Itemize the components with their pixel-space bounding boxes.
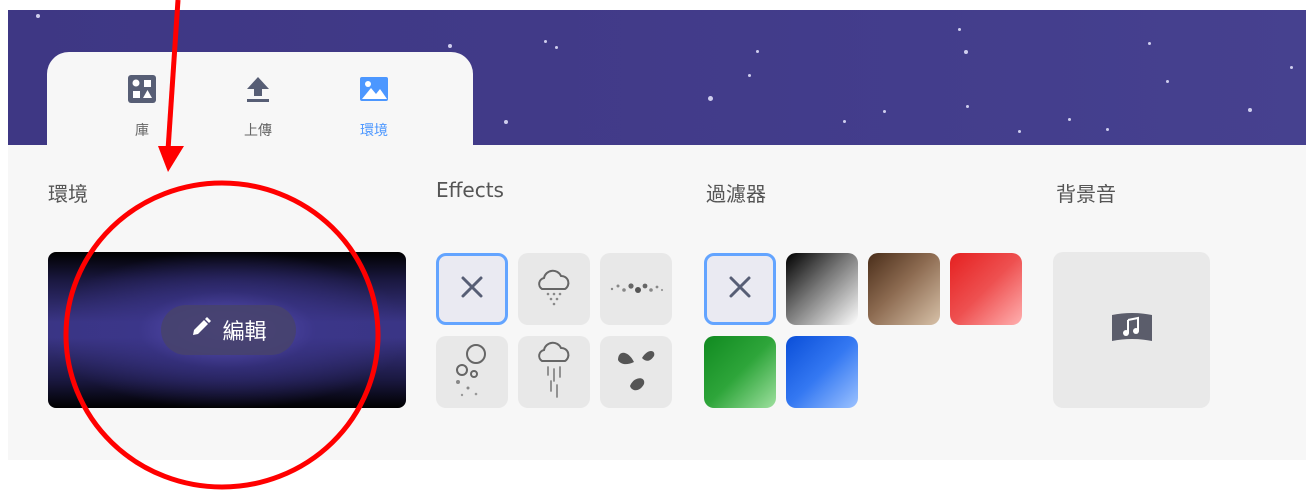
- effect-none-tile[interactable]: [436, 253, 508, 325]
- tab-upload[interactable]: 上傳: [200, 52, 316, 145]
- cloud-rain-icon: [530, 335, 578, 409]
- none-icon: [725, 272, 755, 306]
- sepia-swatch[interactable]: [868, 253, 940, 325]
- effect-dots-tile[interactable]: [600, 253, 672, 325]
- none-icon: [457, 272, 487, 306]
- filter-none-tile[interactable]: [704, 253, 776, 325]
- background-music-button[interactable]: [1053, 252, 1210, 408]
- edit-button-label: 編輯: [222, 320, 267, 345]
- library-icon: [127, 74, 157, 108]
- effect-snow-tile[interactable]: [518, 253, 590, 325]
- blue-swatch[interactable]: [786, 336, 858, 408]
- effect-rain-tile[interactable]: [518, 336, 590, 408]
- dots-icon: [606, 272, 666, 306]
- effect-leaves-tile[interactable]: [600, 336, 672, 408]
- music-section-title: 背景音: [1056, 182, 1116, 206]
- upload-icon: [243, 74, 273, 108]
- environment-section-title: 環境: [48, 182, 88, 206]
- pencil-icon: [190, 316, 212, 344]
- bubbles-icon: [448, 340, 496, 404]
- effects-section-title: Effects: [436, 178, 504, 202]
- music-icon: [1110, 311, 1154, 349]
- green-swatch[interactable]: [704, 336, 776, 408]
- environment-icon: [359, 74, 389, 108]
- filters-section-title: 過濾器: [706, 182, 766, 206]
- tab-library-label: 庫: [135, 123, 149, 139]
- tab-upload-label: 上傳: [244, 123, 272, 139]
- tab-environment-label: 環境: [360, 123, 388, 139]
- grayscale-swatch[interactable]: [786, 253, 858, 325]
- tab-environment[interactable]: 環境: [316, 52, 432, 145]
- effect-bubbles-tile[interactable]: [436, 336, 508, 408]
- tab-library[interactable]: 庫: [84, 52, 200, 145]
- leaves-icon: [612, 340, 660, 404]
- tab-bar: 庫 上傳 環境: [47, 52, 473, 145]
- cloud-snow-icon: [530, 263, 578, 315]
- red-swatch[interactable]: [950, 253, 1022, 325]
- edit-button[interactable]: 編輯: [161, 305, 296, 355]
